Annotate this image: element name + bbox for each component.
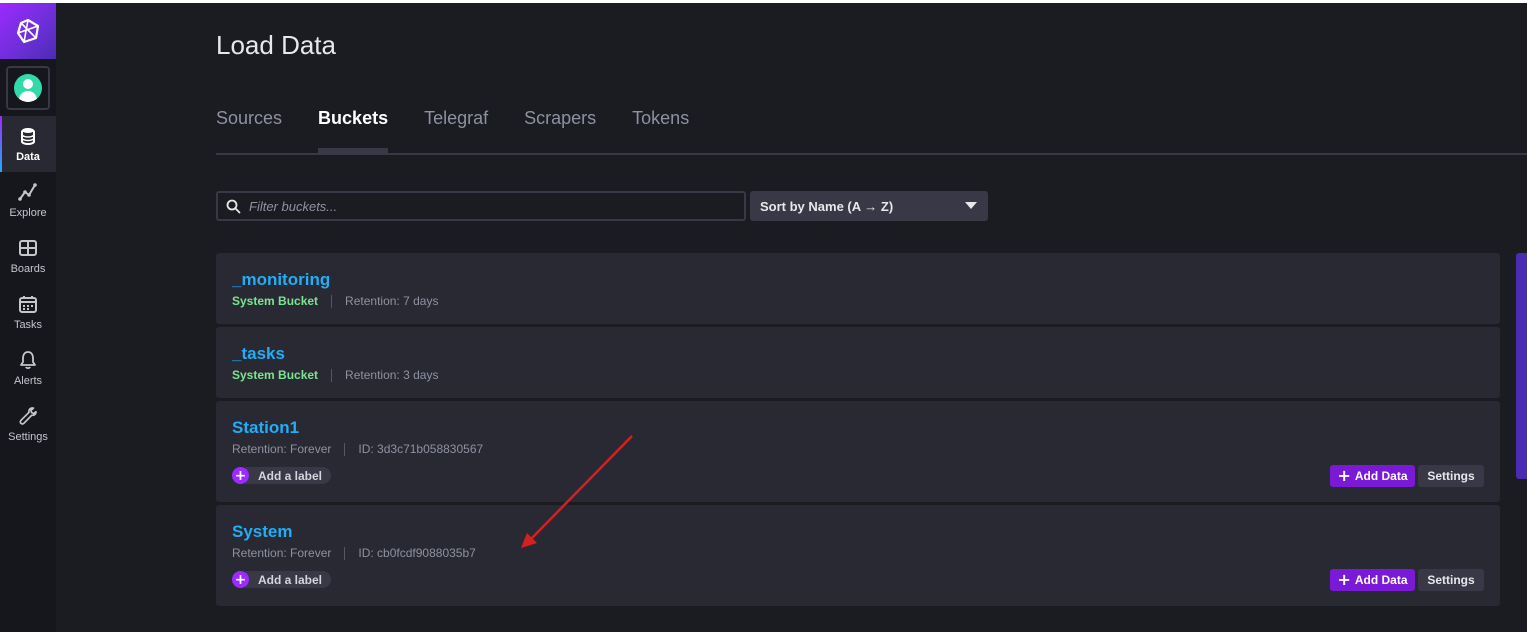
bell-icon bbox=[20, 350, 36, 369]
top-border bbox=[0, 0, 1527, 3]
search-input[interactable] bbox=[249, 198, 729, 214]
calendar-icon bbox=[19, 295, 37, 313]
bucket-card-monitoring: _monitoring System Bucket Retention: 7 d… bbox=[216, 253, 1500, 324]
meta-divider bbox=[344, 442, 346, 456]
bucket-id-text: ID: 3d3c71b058830567 bbox=[358, 442, 484, 456]
graph-line-icon bbox=[18, 182, 37, 201]
wrench-icon bbox=[19, 406, 37, 425]
add-data-label: Add Data bbox=[1354, 573, 1408, 587]
bucket-name-link[interactable]: _monitoring bbox=[232, 270, 330, 290]
add-label-text: Add a label bbox=[245, 571, 332, 588]
sort-dropdown[interactable]: Sort by Name (A → Z) bbox=[750, 191, 988, 221]
settings-button[interactable]: Settings bbox=[1418, 465, 1484, 487]
sidebar-item-explore[interactable]: Explore bbox=[0, 172, 56, 228]
user-avatar-button[interactable] bbox=[6, 66, 50, 110]
bucket-name-link[interactable]: _tasks bbox=[232, 344, 285, 364]
add-data-label: Add Data bbox=[1354, 469, 1408, 483]
plus-icon: + bbox=[232, 467, 249, 484]
bucket-id-text: ID: cb0fcdf9088035b7 bbox=[358, 546, 476, 560]
system-bucket-badge: System Bucket bbox=[232, 294, 319, 308]
tab-scrapers[interactable]: Scrapers bbox=[524, 108, 596, 154]
sidebar-item-label: Alerts bbox=[13, 374, 43, 387]
plus-icon: + bbox=[232, 571, 249, 588]
page-title: Load Data bbox=[216, 30, 336, 60]
add-label-button[interactable]: + Add a label bbox=[232, 571, 332, 588]
bucket-card-tasks: _tasks System Bucket Retention: 3 days bbox=[216, 327, 1500, 398]
filter-buckets-field[interactable] bbox=[216, 191, 746, 221]
sidebar-item-tasks[interactable]: Tasks bbox=[0, 284, 56, 340]
sidebar-item-label: Data bbox=[16, 150, 40, 163]
sidebar-item-label: Explore bbox=[9, 206, 47, 219]
tab-bar: Sources Buckets Telegraf Scrapers Tokens bbox=[216, 108, 725, 154]
avatar bbox=[14, 74, 42, 102]
sidebar-item-alerts[interactable]: Alerts bbox=[0, 340, 56, 396]
retention-text: Retention: Forever bbox=[232, 442, 332, 456]
dashboard-grid-icon bbox=[19, 239, 37, 256]
bucket-card-system: System Retention: Forever ID: cb0fcdf908… bbox=[216, 505, 1500, 606]
bucket-meta: System Bucket Retention: 7 days bbox=[232, 294, 438, 308]
tab-divider bbox=[216, 153, 1527, 155]
add-label-text: Add a label bbox=[245, 467, 332, 484]
bucket-name-link[interactable]: System bbox=[232, 522, 292, 542]
system-bucket-badge: System Bucket bbox=[232, 368, 319, 382]
add-data-button[interactable]: + Add Data bbox=[1330, 465, 1415, 487]
sort-selected-value: Sort by Name (A → Z) bbox=[760, 198, 894, 214]
retention-text: Retention: Forever bbox=[232, 546, 332, 560]
tab-tokens[interactable]: Tokens bbox=[632, 108, 689, 154]
plus-icon: + bbox=[1337, 466, 1351, 485]
meta-divider bbox=[331, 368, 333, 382]
bucket-meta: Retention: Forever ID: cb0fcdf9088035b7 bbox=[232, 546, 476, 560]
meta-divider bbox=[344, 546, 346, 560]
search-icon bbox=[226, 199, 241, 213]
meta-divider bbox=[331, 294, 333, 308]
sidebar-item-label: Tasks bbox=[13, 318, 43, 331]
database-icon bbox=[21, 127, 35, 145]
sidebar-item-boards[interactable]: Boards bbox=[0, 228, 56, 284]
settings-button[interactable]: Settings bbox=[1418, 569, 1484, 591]
plus-icon: + bbox=[1337, 570, 1351, 589]
tab-sources[interactable]: Sources bbox=[216, 108, 282, 154]
sidebar-item-data[interactable]: Data bbox=[0, 116, 56, 172]
retention-text: Retention: 7 days bbox=[345, 294, 439, 308]
sidebar: Data Explore Boards Tasks Alerts Setting… bbox=[0, 3, 56, 632]
sidebar-item-label: Settings bbox=[8, 430, 48, 443]
scrollbar[interactable] bbox=[1516, 253, 1527, 479]
app-logo[interactable] bbox=[0, 3, 56, 59]
tab-telegraf[interactable]: Telegraf bbox=[424, 108, 488, 154]
bucket-meta: System Bucket Retention: 3 days bbox=[232, 368, 438, 382]
bucket-name-link[interactable]: Station1 bbox=[232, 418, 299, 438]
tab-buckets[interactable]: Buckets bbox=[318, 108, 389, 154]
retention-text: Retention: 3 days bbox=[345, 368, 439, 382]
add-label-button[interactable]: + Add a label bbox=[232, 467, 332, 484]
bucket-meta: Retention: Forever ID: 3d3c71b058830567 bbox=[232, 442, 483, 456]
sidebar-item-label: Boards bbox=[10, 262, 46, 275]
influx-logo-icon bbox=[16, 18, 40, 44]
add-data-button[interactable]: + Add Data bbox=[1330, 569, 1415, 591]
caret-down-icon bbox=[965, 202, 977, 209]
sidebar-item-settings[interactable]: Settings bbox=[0, 396, 56, 452]
bucket-card-station1: Station1 Retention: Forever ID: 3d3c71b0… bbox=[216, 401, 1500, 502]
